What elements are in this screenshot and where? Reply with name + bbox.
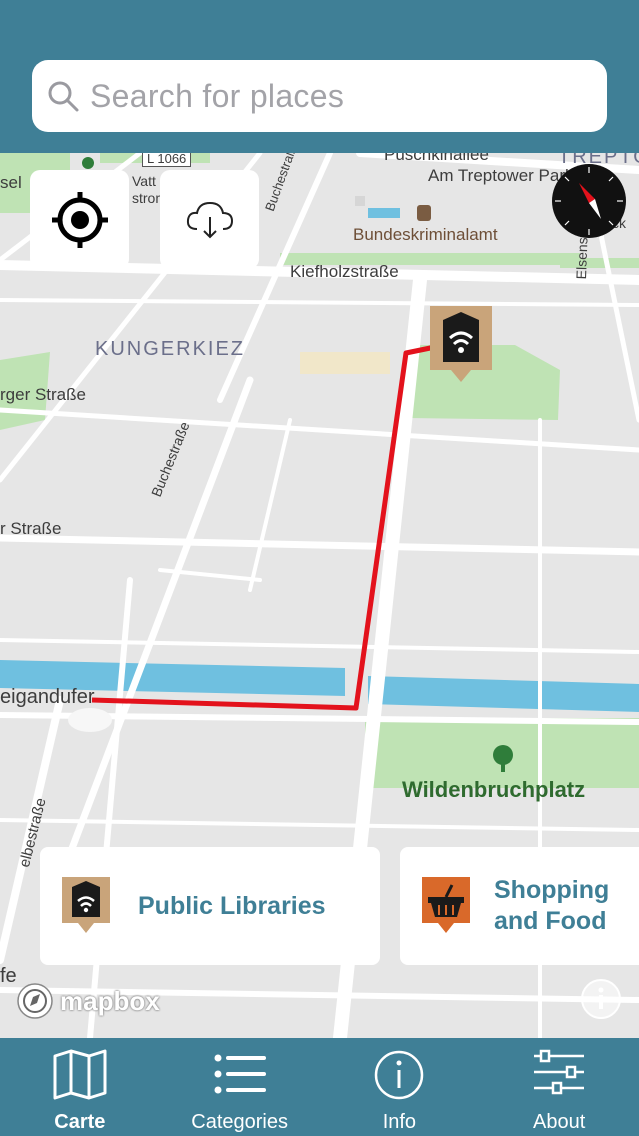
mapbox-icon [17, 983, 53, 1019]
compass-icon[interactable] [551, 163, 627, 239]
road-label-r-strasse: r Straße [0, 519, 62, 538]
mapbox-wordmark: mapbox [60, 985, 160, 1016]
info-icon [375, 1050, 424, 1100]
search-icon [48, 81, 79, 112]
library-wifi-pin-icon [62, 877, 110, 933]
crosshair-locate-icon [51, 191, 108, 248]
top-bar: Search for places [0, 0, 639, 153]
list-icon [214, 1054, 266, 1094]
tab-label: Categories [191, 1111, 288, 1133]
park-label-wildenbruchplatz: Wildenbruchplatz [402, 777, 586, 802]
tab-about[interactable]: About [479, 1038, 639, 1136]
tab-label: Info [382, 1111, 417, 1133]
road-label-kiefholzstrasse: Kiefholzstraße [290, 262, 399, 281]
bottom-tab-bar: Carte Categories Info About [0, 1038, 639, 1136]
search-bar[interactable]: Search for places [32, 60, 607, 132]
library-map-pin[interactable] [430, 306, 492, 384]
road-label-l1066: L 1066 [142, 153, 192, 167]
road-label-fe: fe [0, 965, 17, 987]
district-label-kungerkiez: KUNGERKIEZ [95, 338, 246, 360]
road-label-erger-strasse: rger Straße [0, 385, 86, 404]
tab-label: About [532, 1111, 586, 1133]
road-label-sel: sel [0, 173, 22, 192]
category-card-public-libraries[interactable]: Public Libraries [40, 847, 380, 965]
search-input[interactable]: Search for places [90, 78, 344, 115]
shopping-basket-pin-icon [422, 877, 470, 933]
tab-label: Carte [54, 1111, 106, 1133]
locate-me-button[interactable] [30, 170, 129, 269]
tab-info[interactable]: Info [320, 1038, 480, 1136]
poi-label-bundeskriminalamt: Bundeskriminalamt [353, 225, 498, 244]
map-icon [53, 1049, 107, 1100]
tab-carte[interactable]: Carte [0, 1038, 160, 1136]
mapbox-logo[interactable]: mapbox [16, 982, 160, 1020]
download-map-button[interactable] [160, 170, 259, 269]
road-label-puschkinallee: Puschkinallee [384, 153, 489, 164]
category-card-shopping-food[interactable]: Shopping and Food [400, 847, 639, 965]
category-label: Shopping and Food [494, 876, 610, 935]
attribution-info-icon[interactable] [580, 978, 622, 1020]
category-label: Public Libraries [138, 891, 326, 920]
cloud-download-icon [186, 201, 233, 238]
road-label-eigandufer: eigandufer [0, 686, 95, 708]
sliders-icon [534, 1049, 585, 1095]
tab-categories[interactable]: Categories [160, 1038, 320, 1136]
